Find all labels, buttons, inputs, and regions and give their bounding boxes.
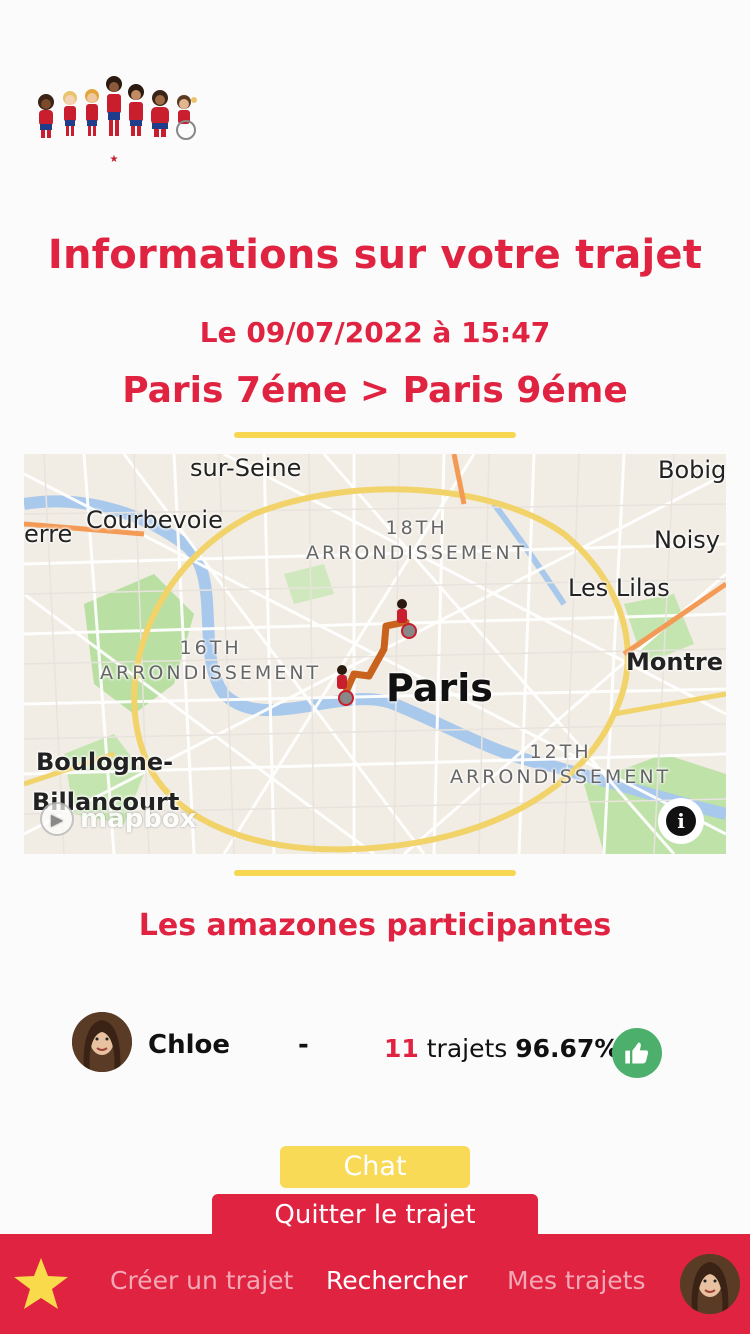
map-label-12th-num: 12TH (529, 741, 592, 763)
map-label-12th-word: ARRONDISSEMENT (450, 766, 672, 788)
divider-bottom (234, 870, 516, 876)
participant-trips-count: 11 (384, 1034, 419, 1063)
map-label-noisy: Noisy (654, 526, 721, 554)
page-title: Informations sur votre trajet (47, 232, 703, 278)
trip-route: Paris 7éme > Paris 9éme (122, 370, 628, 411)
map-label-12th: 12TH ARRONDISSEMENT (450, 740, 671, 790)
participant-rating: 96.67% (515, 1034, 620, 1063)
mapbox-attribution-text: mapbox (80, 804, 197, 834)
mapbox-attribution[interactable]: ▶ mapbox (40, 802, 197, 836)
info-icon: i (666, 806, 696, 836)
participant-name: Chloe (148, 1030, 230, 1060)
map-label-18th: 18TH ARRONDISSEMENT (306, 516, 527, 566)
svg-text:★: ★ (110, 154, 119, 165)
bottom-nav: Créer un trajet Rechercher Mes trajets (0, 1234, 750, 1334)
star-icon[interactable] (12, 1256, 70, 1312)
map-label-erre: erre (24, 520, 73, 548)
map-label-boulogne: Boulogne- (36, 748, 174, 776)
participants-heading: Les amazones participantes (138, 908, 612, 943)
participant-row[interactable]: Chloe - 11 trajets 96.67% (72, 1012, 692, 1078)
mapbox-logo-icon: ▶ (40, 802, 74, 836)
chat-button[interactable]: Chat (280, 1146, 470, 1188)
nav-search[interactable]: Rechercher (326, 1266, 468, 1295)
map-info-button[interactable]: i (658, 798, 704, 844)
map-label-sur-seine: sur-Seine (190, 454, 302, 482)
map-label-16th-word: ARRONDISSEMENT (100, 662, 322, 684)
profile-avatar[interactable] (680, 1254, 740, 1314)
participant-trips-label: trajets (426, 1034, 508, 1063)
nav-my-trips[interactable]: Mes trajets (507, 1266, 645, 1295)
map-label-18th-word: ARRONDISSEMENT (306, 542, 528, 564)
map-label-paris: Paris (386, 666, 493, 710)
map-label-les-lilas: Les Lilas (568, 574, 670, 602)
map-label-bobigny: Bobig (658, 456, 726, 484)
map-label-16th-num: 16TH (179, 637, 242, 659)
amazones-logo: ★ (38, 76, 197, 165)
participant-stats: 11 trajets 96.67% (384, 1034, 619, 1063)
map-label-courbevoie: Courbevoie (86, 506, 223, 534)
nav-create-trip[interactable]: Créer un trajet (110, 1266, 293, 1295)
quit-trip-button[interactable]: Quitter le trajet (212, 1194, 538, 1236)
trip-date: Le 09/07/2022 à 15:47 (199, 316, 551, 349)
map-label-18th-num: 18TH (385, 517, 448, 539)
route-map[interactable]: sur-Seine Bobig Courbevoie erre 18TH ARR… (24, 454, 726, 854)
participant-avatar[interactable] (72, 1012, 132, 1072)
participant-separator: - (298, 1030, 309, 1060)
map-label-montreuil: Montre (626, 648, 724, 676)
thumbs-up-icon (612, 1028, 662, 1078)
divider-top (234, 432, 516, 438)
map-label-16th: 16TH ARRONDISSEMENT (100, 636, 321, 686)
